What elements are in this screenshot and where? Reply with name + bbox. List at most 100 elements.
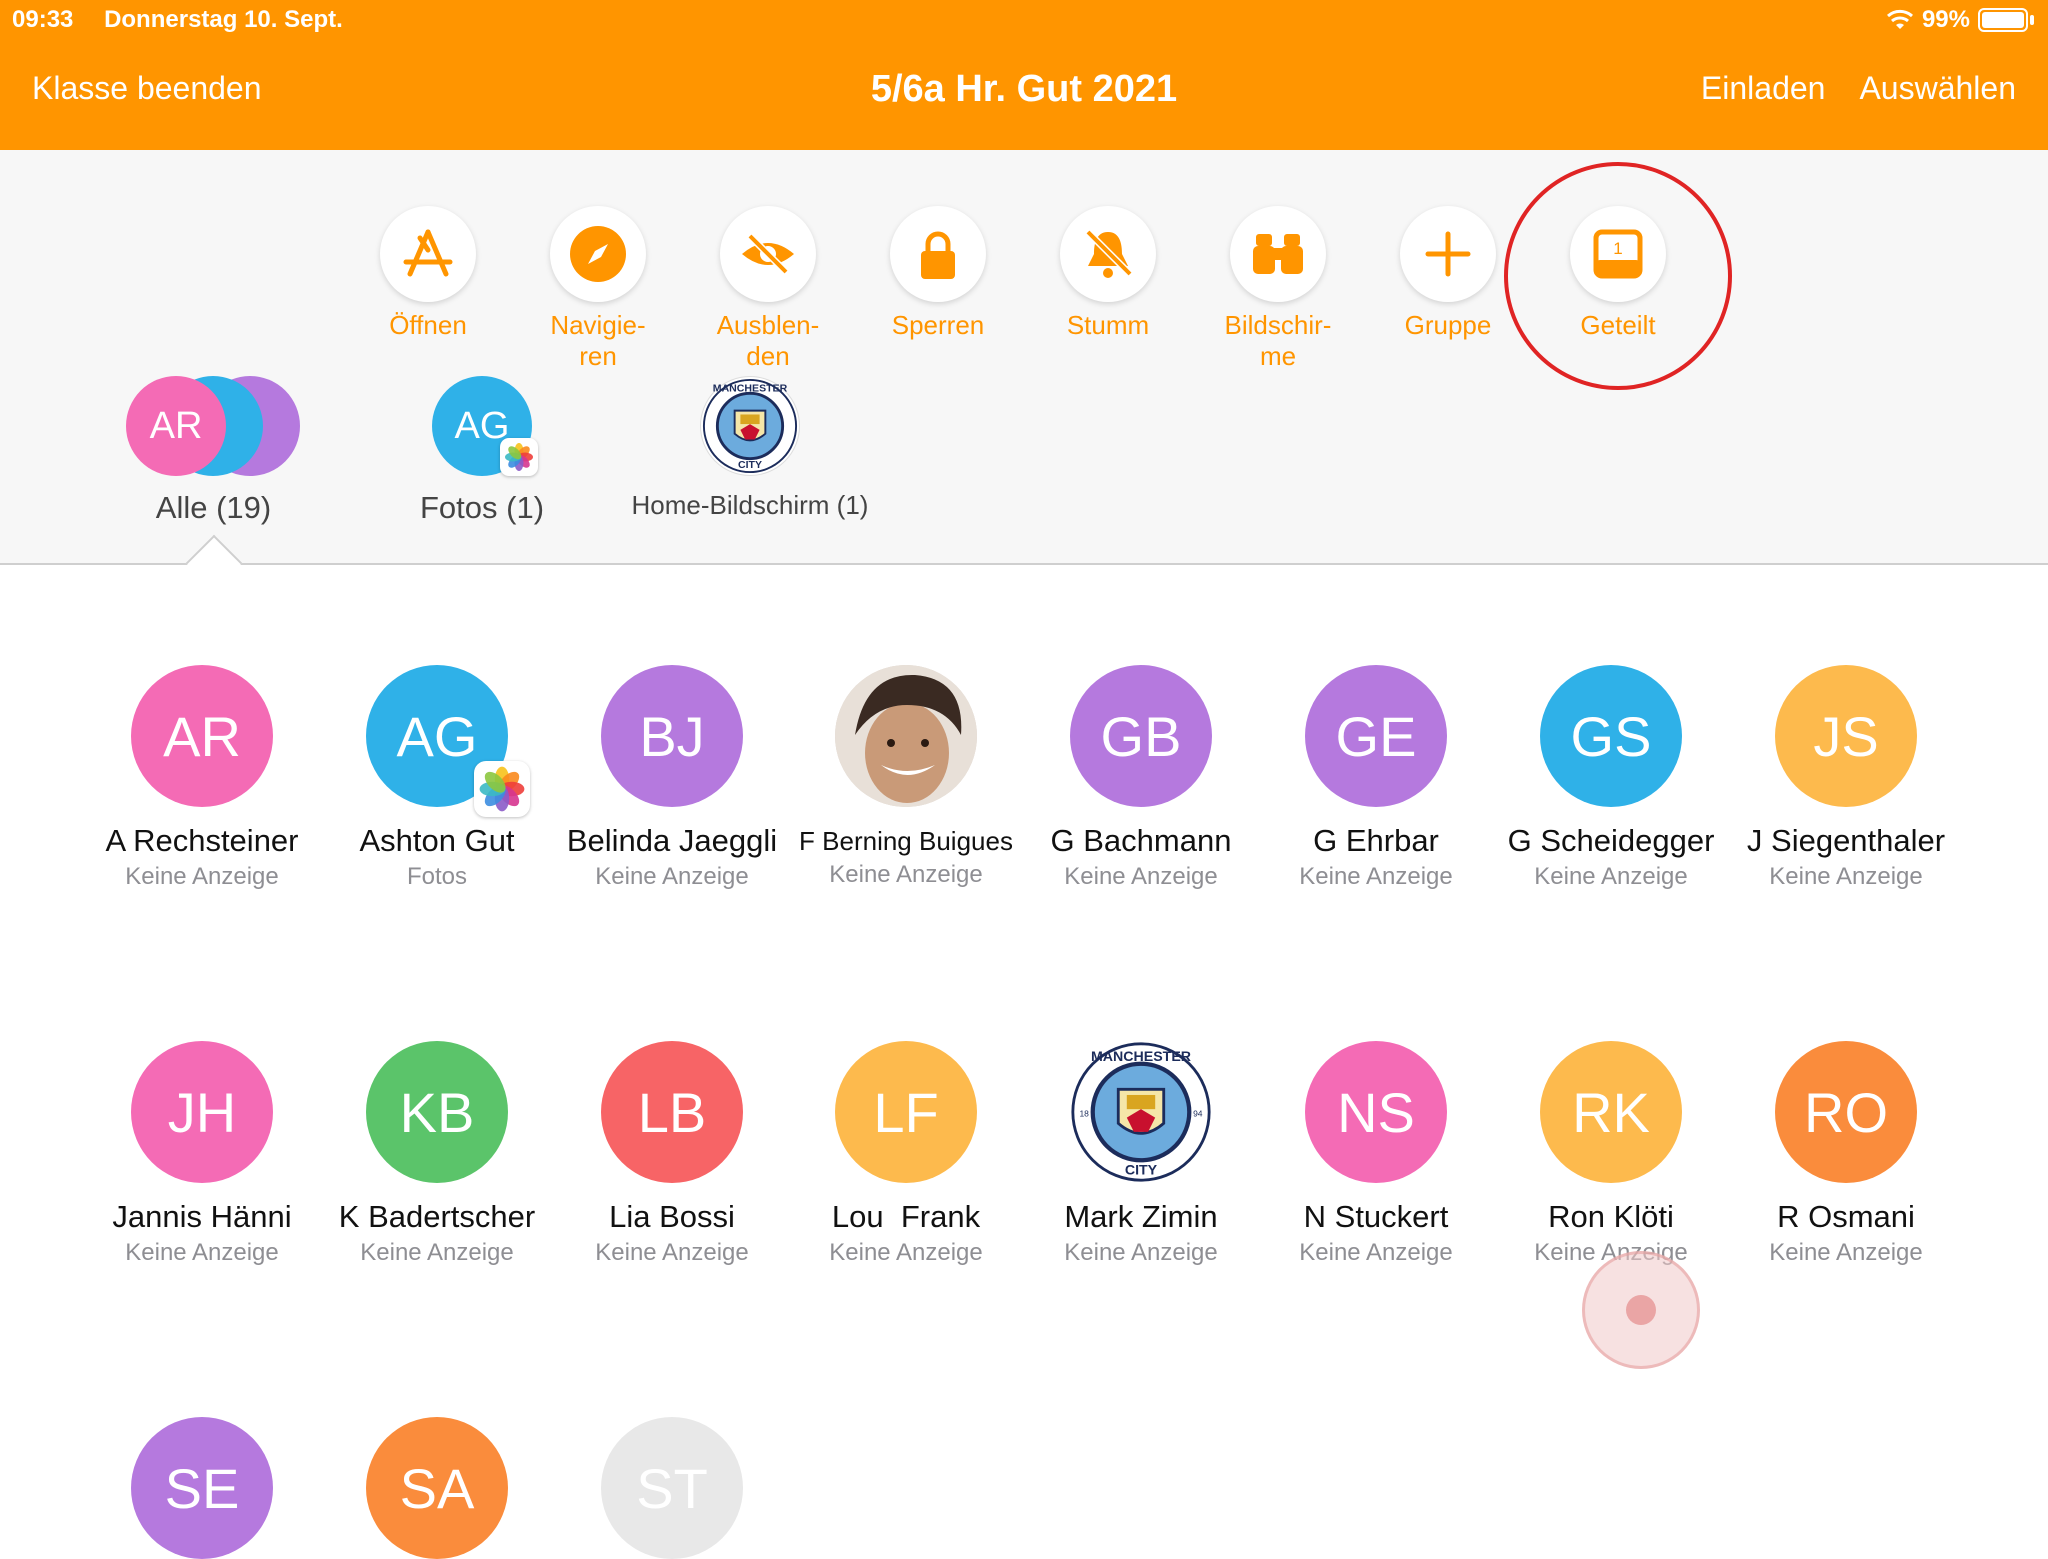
eye-slash-icon <box>742 233 794 275</box>
crest-left-text: 18 <box>1079 1108 1089 1118</box>
student-name: Jannis Hänni <box>112 1199 292 1234</box>
club-crest-icon: MANCHESTER CITY 18 94 <box>1071 1042 1211 1182</box>
student-avatar: JS <box>1775 665 1917 807</box>
student-tile[interactable]: NS N Stuckert Keine Anzeige <box>1261 1041 1491 1267</box>
student-status: Keine Anzeige <box>1064 1239 1218 1266</box>
student-name: R Osmani <box>1777 1199 1915 1234</box>
tool-label-screens: Bildschir- me <box>1224 310 1332 371</box>
tool-label-group: Gruppe <box>1404 310 1492 340</box>
student-name: Lia Bossi <box>609 1199 735 1234</box>
student-name: Lou Frank <box>831 1199 981 1234</box>
student-avatar: KB <box>366 1041 508 1183</box>
student-avatar: BJ <box>601 665 743 807</box>
navigate-button[interactable]: Navigie- ren <box>533 206 663 372</box>
tool-label-mute: Stumm <box>1066 310 1150 340</box>
tool-label-open: Öffnen <box>389 310 467 340</box>
student-photo-avatar <box>835 665 977 807</box>
tool-label-lock: Sperren <box>891 310 985 340</box>
student-tile[interactable]: AR A Rechsteiner Keine Anzeige <box>87 665 317 891</box>
student-name: G Scheidegger <box>1507 823 1715 858</box>
student-tile[interactable]: ST <box>557 1417 787 1559</box>
plus-icon <box>1425 231 1471 277</box>
group-all[interactable]: J G AR Alle (19) <box>126 376 301 526</box>
student-tile[interactable]: BJ Belinda Jaeggli Keine Anzeige <box>557 665 787 891</box>
group-all-avatar-1: AR <box>126 376 226 476</box>
student-avatar: GB <box>1070 665 1212 807</box>
student-avatar: ST <box>601 1417 743 1559</box>
shared-badge-count: 1 <box>1613 239 1622 258</box>
group-all-avatars: J G AR <box>126 376 301 476</box>
student-avatar: LB <box>601 1041 743 1183</box>
student-name: G Ehrbar <box>1313 823 1439 858</box>
bell-slash-icon <box>1085 229 1133 278</box>
student-name: Ashton Gut <box>359 823 515 858</box>
student-tile[interactable]: SA <box>322 1417 552 1559</box>
status-bar-left: 09:33 Donnerstag 10. Sept. <box>12 6 367 34</box>
tool-label-navigate: Navigie- ren <box>550 310 646 371</box>
mute-button[interactable]: Stumm <box>1043 206 1173 341</box>
group-home-crest: MANCHESTER CITY <box>700 376 800 476</box>
student-avatar: GE <box>1305 665 1447 807</box>
wifi-icon <box>1886 9 1913 29</box>
crest-right-text: 94 <box>1193 1108 1203 1118</box>
end-class-button[interactable]: Klasse beenden <box>32 70 262 107</box>
student-tile[interactable]: MANCHESTER CITY 18 94 Mark Zimin Keine A… <box>1026 1041 1256 1267</box>
screens-button[interactable]: Bildschir- me <box>1213 206 1343 372</box>
student-avatar: AR <box>131 665 273 807</box>
photos-app-badge <box>500 438 538 476</box>
student-tile[interactable]: GS G Scheidegger Keine Anzeige <box>1496 665 1726 891</box>
crest-bottom-text: CITY <box>1125 1162 1158 1178</box>
student-tile[interactable]: LB Lia Bossi Keine Anzeige <box>557 1041 787 1267</box>
student-name: N Stuckert <box>1303 1199 1449 1234</box>
group-selection-pointer <box>185 534 243 592</box>
photos-icon <box>479 766 525 812</box>
assistive-touch-button[interactable] <box>1582 1251 1700 1369</box>
student-tile[interactable]: SE <box>87 1417 317 1559</box>
student-tile[interactable]: GB G Bachmann Keine Anzeige <box>1026 665 1256 891</box>
shared-button[interactable]: 1 Geteilt <box>1553 206 1683 341</box>
student-tile[interactable]: GE G Ehrbar Keine Anzeige <box>1261 665 1491 891</box>
student-name: A Rechsteiner <box>105 823 299 858</box>
student-status: Keine Anzeige <box>125 863 279 890</box>
status-time: 09:33 <box>12 6 74 33</box>
crest-bottom-text: CITY <box>738 459 762 471</box>
group-home-screen[interactable]: MANCHESTER CITY Home-Bildschirm (1) <box>620 376 880 521</box>
app-store-icon <box>403 229 453 277</box>
student-status: Keine Anzeige <box>1769 1239 1923 1266</box>
crest-top-text: MANCHESTER <box>1091 1049 1191 1065</box>
student-tile[interactable]: RO R Osmani Keine Anzeige <box>1731 1041 1961 1267</box>
student-tile[interactable]: JS J Siegenthaler Keine Anzeige <box>1731 665 1961 891</box>
student-name: K Badertscher <box>338 1199 536 1234</box>
status-bar-right: 99% <box>1886 6 2034 34</box>
student-avatar: RO <box>1775 1041 1917 1183</box>
student-status: Keine Anzeige <box>595 1239 749 1266</box>
invite-button[interactable]: Einladen <box>1701 70 1826 107</box>
student-tile[interactable]: AG Ashton Gut Fotos <box>322 665 552 891</box>
group-photos[interactable]: AG Fotos (1) <box>412 376 552 526</box>
group-photos-avatar-wrap: AG <box>412 376 552 476</box>
open-app-button[interactable]: Öffnen <box>363 206 493 341</box>
student-status: Keine Anzeige <box>360 1239 514 1266</box>
group-button[interactable]: Gruppe <box>1383 206 1513 341</box>
group-home-screen-label: Home-Bildschirm (1) <box>631 490 869 520</box>
student-tile[interactable]: F Berning Buigues Keine Anzeige <box>791 665 1021 889</box>
select-button[interactable]: Auswählen <box>1859 70 2016 107</box>
student-status: Keine Anzeige <box>1299 863 1453 890</box>
student-avatar: JH <box>131 1041 273 1183</box>
lock-button[interactable]: Sperren <box>873 206 1003 341</box>
student-tile[interactable]: JH Jannis Hänni Keine Anzeige <box>87 1041 317 1267</box>
hide-button[interactable]: Ausblen- den <box>703 206 833 372</box>
photos-app-badge <box>474 761 530 817</box>
club-crest-icon: MANCHESTER CITY <box>702 378 798 474</box>
student-name: G Bachmann <box>1050 823 1232 858</box>
student-avatar: SE <box>131 1417 273 1559</box>
student-status: Keine Anzeige <box>829 861 983 888</box>
student-tile[interactable]: KB K Badertscher Keine Anzeige <box>322 1041 552 1267</box>
group-home-screen-avatar-wrap: MANCHESTER CITY <box>620 376 880 476</box>
student-status: Fotos <box>406 863 468 890</box>
student-tile[interactable]: LF Lou Frank Keine Anzeige <box>791 1041 1021 1267</box>
student-status: Keine Anzeige <box>1299 1239 1453 1266</box>
student-avatar: GS <box>1540 665 1682 807</box>
student-tile[interactable]: RK Ron Klöti Keine Anzeige <box>1496 1041 1726 1267</box>
battery-cap <box>2030 15 2034 25</box>
